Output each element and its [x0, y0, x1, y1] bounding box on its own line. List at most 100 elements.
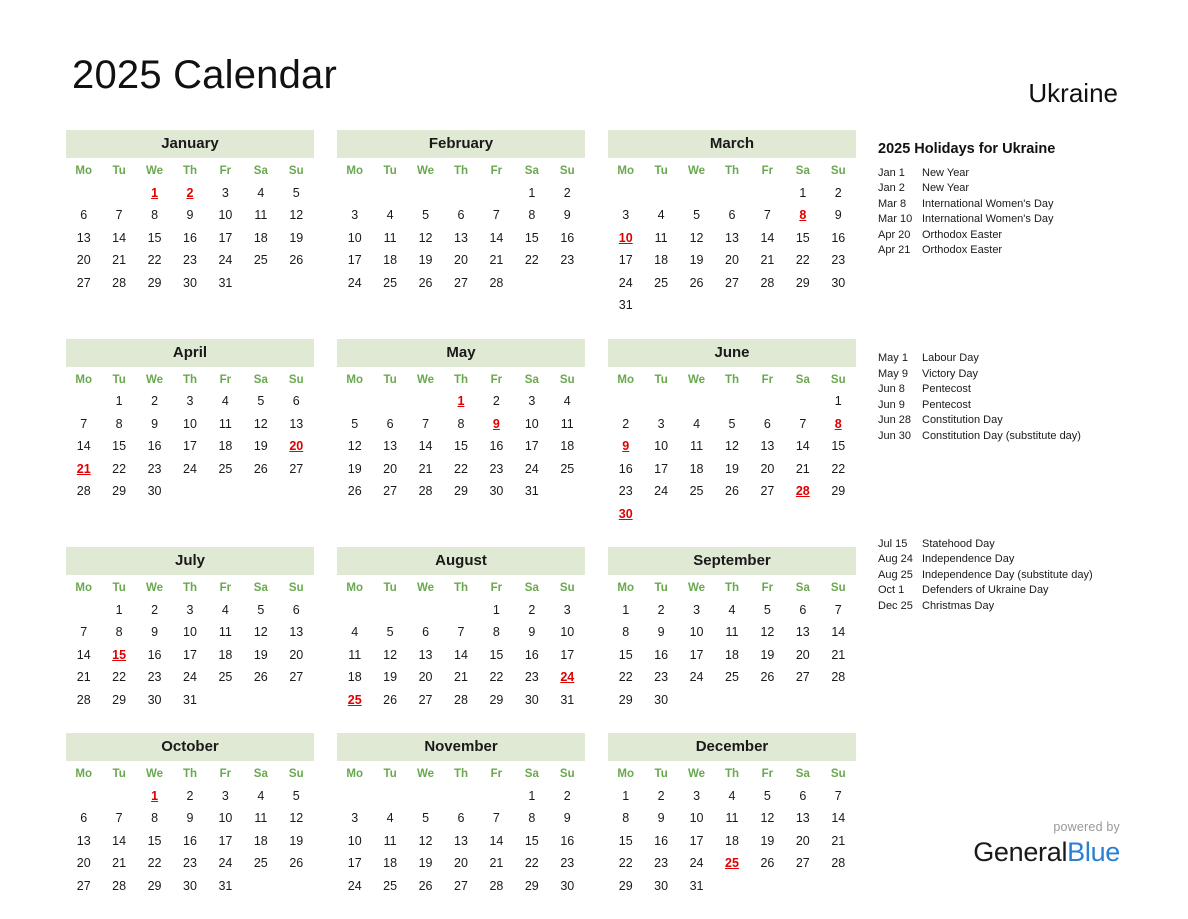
day-cell[interactable]: 8 [137, 807, 172, 830]
day-cell-holiday[interactable]: 24 [550, 666, 585, 689]
day-cell[interactable]: 8 [608, 807, 643, 830]
day-cell[interactable]: 10 [679, 807, 714, 830]
day-cell[interactable]: 1 [785, 182, 820, 205]
day-cell[interactable]: 22 [608, 666, 643, 689]
day-cell[interactable]: 4 [337, 621, 372, 644]
day-cell[interactable]: 13 [66, 227, 101, 250]
day-cell[interactable]: 24 [643, 480, 678, 503]
day-cell[interactable]: 24 [337, 272, 372, 295]
day-cell[interactable]: 22 [608, 852, 643, 875]
day-cell[interactable]: 21 [785, 458, 820, 481]
day-cell[interactable]: 30 [643, 875, 678, 898]
day-cell[interactable]: 30 [172, 875, 207, 898]
day-cell[interactable]: 24 [172, 666, 207, 689]
day-cell[interactable]: 24 [208, 852, 243, 875]
day-cell[interactable]: 7 [785, 413, 820, 436]
day-cell[interactable]: 21 [66, 666, 101, 689]
day-cell[interactable]: 2 [821, 182, 856, 205]
day-cell[interactable]: 12 [279, 807, 314, 830]
day-cell[interactable]: 5 [243, 390, 278, 413]
day-cell[interactable]: 1 [608, 785, 643, 808]
day-cell[interactable]: 13 [785, 621, 820, 644]
day-cell[interactable]: 14 [101, 227, 136, 250]
day-cell[interactable]: 22 [101, 458, 136, 481]
day-cell[interactable]: 18 [679, 458, 714, 481]
day-cell[interactable]: 23 [643, 852, 678, 875]
day-cell[interactable]: 10 [337, 227, 372, 250]
day-cell[interactable]: 19 [243, 435, 278, 458]
day-cell[interactable]: 29 [137, 875, 172, 898]
day-cell[interactable]: 16 [550, 227, 585, 250]
day-cell[interactable]: 31 [608, 294, 643, 317]
day-cell[interactable]: 14 [785, 435, 820, 458]
day-cell[interactable]: 27 [785, 852, 820, 875]
day-cell[interactable]: 7 [101, 807, 136, 830]
day-cell[interactable]: 17 [208, 227, 243, 250]
day-cell[interactable]: 6 [66, 807, 101, 830]
day-cell[interactable]: 28 [479, 875, 514, 898]
day-cell[interactable]: 23 [514, 666, 549, 689]
day-cell[interactable]: 15 [608, 644, 643, 667]
day-cell[interactable]: 12 [750, 621, 785, 644]
day-cell[interactable]: 23 [608, 480, 643, 503]
day-cell[interactable]: 8 [514, 204, 549, 227]
day-cell[interactable]: 14 [66, 435, 101, 458]
day-cell[interactable]: 26 [279, 852, 314, 875]
day-cell[interactable]: 4 [550, 390, 585, 413]
day-cell[interactable]: 6 [785, 785, 820, 808]
day-cell[interactable]: 23 [479, 458, 514, 481]
day-cell[interactable]: 24 [208, 249, 243, 272]
day-cell[interactable]: 18 [243, 227, 278, 250]
day-cell[interactable]: 13 [750, 435, 785, 458]
day-cell[interactable]: 11 [208, 413, 243, 436]
day-cell[interactable]: 17 [679, 830, 714, 853]
day-cell[interactable]: 18 [372, 852, 407, 875]
day-cell[interactable]: 19 [679, 249, 714, 272]
day-cell[interactable]: 4 [714, 599, 749, 622]
day-cell[interactable]: 18 [243, 830, 278, 853]
day-cell[interactable]: 17 [172, 435, 207, 458]
day-cell[interactable]: 25 [208, 666, 243, 689]
day-cell[interactable]: 11 [243, 204, 278, 227]
day-cell-holiday[interactable]: 1 [137, 182, 172, 205]
day-cell[interactable]: 15 [514, 227, 549, 250]
day-cell[interactable]: 3 [208, 182, 243, 205]
day-cell[interactable]: 29 [821, 480, 856, 503]
day-cell[interactable]: 14 [66, 644, 101, 667]
day-cell[interactable]: 20 [408, 666, 443, 689]
day-cell[interactable]: 21 [408, 458, 443, 481]
day-cell[interactable]: 19 [750, 830, 785, 853]
day-cell[interactable]: 10 [337, 830, 372, 853]
day-cell[interactable]: 21 [750, 249, 785, 272]
day-cell[interactable]: 26 [408, 875, 443, 898]
day-cell[interactable]: 11 [243, 807, 278, 830]
day-cell[interactable]: 19 [279, 227, 314, 250]
day-cell[interactable]: 17 [643, 458, 678, 481]
day-cell[interactable]: 22 [137, 249, 172, 272]
day-cell[interactable]: 2 [550, 182, 585, 205]
day-cell[interactable]: 2 [514, 599, 549, 622]
day-cell[interactable]: 30 [479, 480, 514, 503]
day-cell[interactable]: 10 [550, 621, 585, 644]
day-cell[interactable]: 27 [750, 480, 785, 503]
day-cell[interactable]: 19 [408, 852, 443, 875]
day-cell[interactable]: 20 [66, 852, 101, 875]
day-cell[interactable]: 4 [243, 785, 278, 808]
day-cell[interactable]: 9 [172, 204, 207, 227]
day-cell-holiday[interactable]: 15 [101, 644, 136, 667]
day-cell[interactable]: 7 [101, 204, 136, 227]
day-cell[interactable]: 12 [243, 413, 278, 436]
day-cell[interactable]: 3 [337, 204, 372, 227]
day-cell[interactable]: 22 [785, 249, 820, 272]
day-cell[interactable]: 16 [137, 644, 172, 667]
day-cell[interactable]: 18 [208, 435, 243, 458]
day-cell[interactable]: 31 [208, 272, 243, 295]
day-cell[interactable]: 5 [243, 599, 278, 622]
day-cell[interactable]: 22 [514, 249, 549, 272]
day-cell[interactable]: 17 [337, 852, 372, 875]
day-cell[interactable]: 4 [208, 390, 243, 413]
day-cell[interactable]: 31 [514, 480, 549, 503]
day-cell[interactable]: 30 [172, 272, 207, 295]
day-cell[interactable]: 15 [479, 644, 514, 667]
day-cell[interactable]: 27 [408, 689, 443, 712]
